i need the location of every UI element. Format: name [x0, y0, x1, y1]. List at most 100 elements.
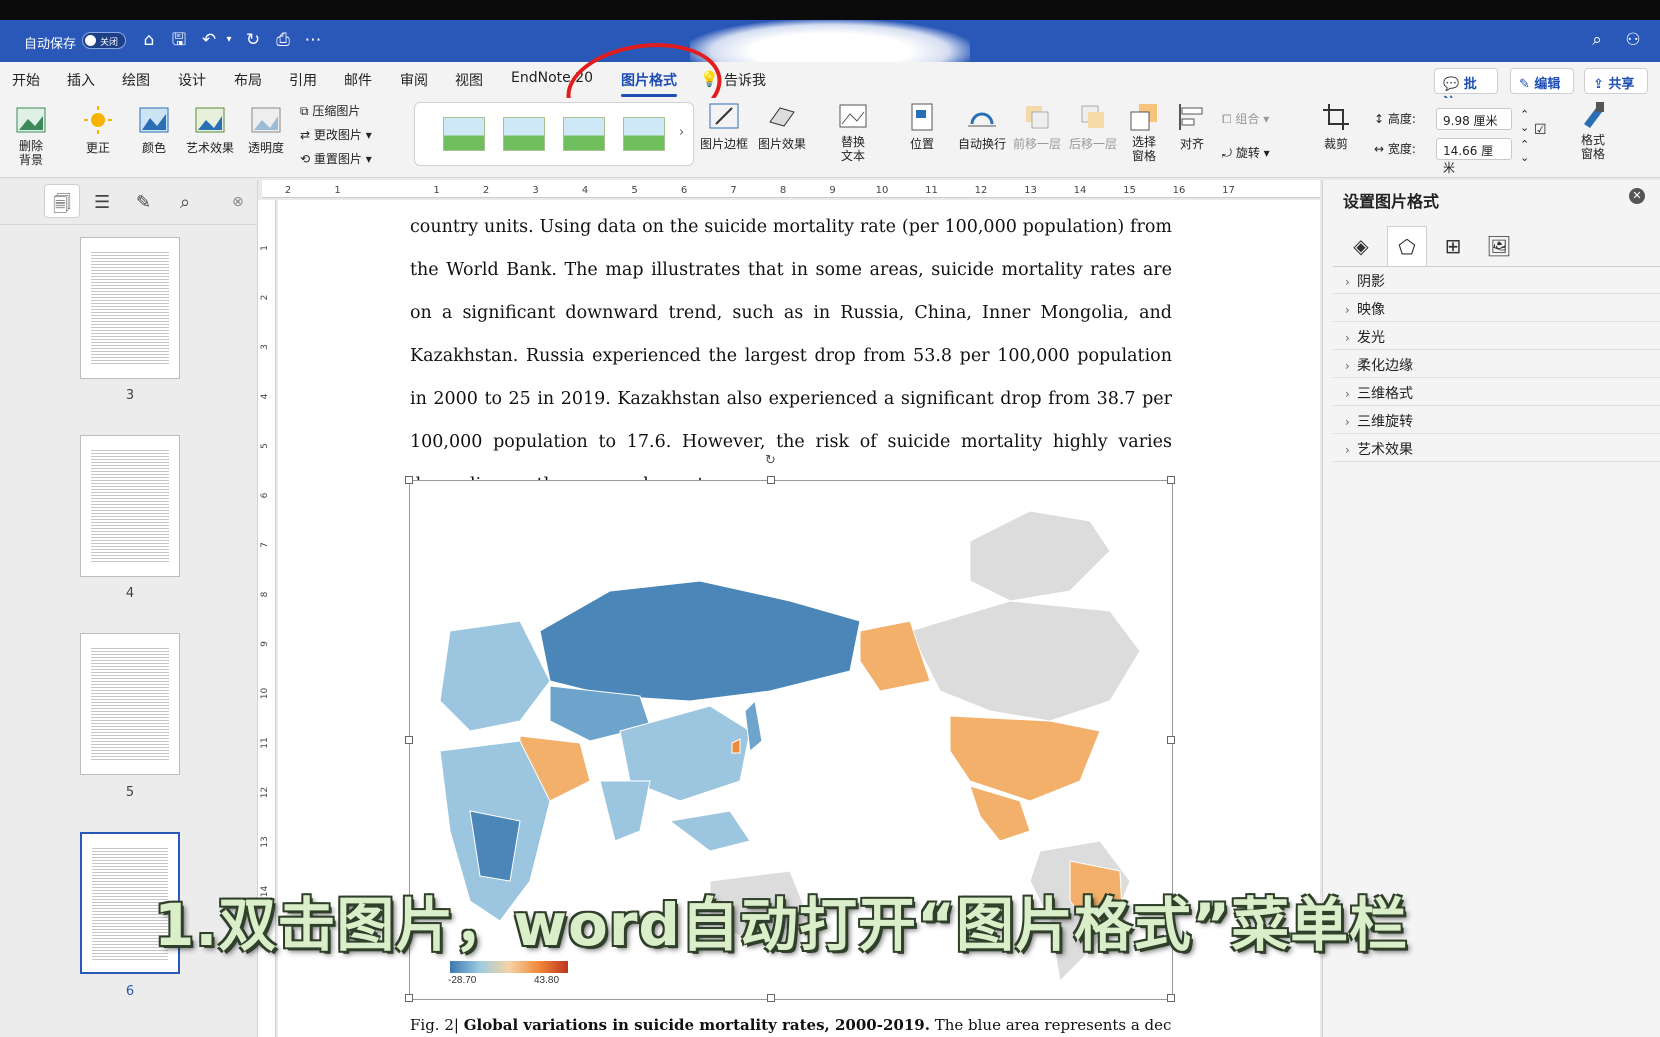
vertical-ruler-tick-label: 3 [260, 344, 270, 350]
save-icon[interactable]: 🖫 [168, 29, 190, 51]
close-pane-icon[interactable]: ⊗ [232, 194, 244, 210]
resize-handle-w[interactable] [405, 736, 413, 744]
horizontal-ruler[interactable]: 2 1 1 2 3 4 5 6 7 8 9 10 11 12 13 14 15 16 17 [262, 180, 1320, 198]
position-button[interactable]: 位置 [898, 102, 946, 152]
color-icon [139, 107, 169, 133]
tab-view[interactable]: 视图 [455, 70, 483, 90]
more-icon[interactable]: ⋯ [302, 29, 324, 51]
picture-style-4[interactable] [623, 117, 665, 151]
thumbnails-icon[interactable]: 🗐 [53, 192, 71, 222]
body-paragraph[interactable]: country units. Using data on the suicide… [410, 206, 1172, 507]
artistic-effects-button[interactable]: 艺术效果 [180, 104, 240, 156]
format-pane-button[interactable]: 格式 窗格 [1572, 100, 1614, 161]
selection-pane-button[interactable]: 选择 窗格 [1124, 102, 1164, 163]
share-button[interactable]: ⇪ 共享 [1584, 68, 1648, 94]
page-number: 6 [125, 984, 135, 999]
change-picture-button[interactable]: ⇄ 更改图片 ▾ [300, 126, 372, 143]
picture-style-2[interactable] [503, 117, 545, 151]
vertical-ruler-tick-label: 4 [260, 393, 270, 399]
section-label: 艺术效果 [1357, 442, 1413, 458]
effects-tab-icon[interactable]: ⬠ [1387, 226, 1427, 266]
section-artistic-effects[interactable]: › 艺术效果 [1333, 434, 1660, 462]
remove-background-button[interactable]: 删除 背景 [10, 104, 52, 167]
chevron-right-icon: › [1345, 275, 1350, 289]
picture-border-button[interactable]: 图片边框 [698, 102, 750, 152]
crop-button[interactable]: 裁剪 [1316, 102, 1356, 152]
width-input[interactable]: 14.66 厘米 [1436, 138, 1512, 175]
color-button[interactable]: 颜色 [128, 104, 180, 156]
alt-text-icon [839, 104, 867, 128]
tab-layout[interactable]: 布局 [234, 70, 262, 90]
tab-review[interactable]: 审阅 [400, 70, 428, 90]
picture-tab-icon[interactable]: 🖼 [1479, 226, 1519, 266]
edit-doc-icon[interactable]: ✎ [136, 192, 151, 213]
section-shadow[interactable]: › 阴影 [1333, 266, 1660, 294]
undo-dropdown-icon[interactable]: ▾ [218, 29, 240, 51]
rotate-handle-icon[interactable]: ↻ [765, 453, 776, 468]
width-stepper[interactable]: ⌃ ⌄ [1520, 138, 1529, 164]
resize-handle-sw[interactable] [405, 994, 413, 1002]
tab-references[interactable]: 引用 [289, 70, 317, 90]
tab-design[interactable]: 设计 [178, 70, 206, 90]
send-backward-button[interactable]: 后移一层 [1066, 102, 1120, 152]
tab-draw[interactable]: 绘图 [122, 70, 150, 90]
tab-tell-me[interactable]: 告诉我 [724, 70, 766, 90]
home-icon[interactable]: ⌂ [138, 29, 160, 51]
picture-styles-gallery[interactable]: › [414, 102, 694, 166]
gallery-next-icon[interactable]: › [679, 125, 684, 140]
resize-handle-s[interactable] [767, 994, 775, 1002]
redo-icon[interactable]: ↻ [242, 29, 264, 51]
share-people-icon[interactable]: ⚇ [1622, 29, 1644, 51]
page-thumbnail-4[interactable] [80, 435, 180, 577]
page-thumbnail-5[interactable] [80, 633, 180, 775]
ruler-tick-label: 6 [681, 185, 687, 196]
height-input[interactable]: 9.98 厘米 [1436, 108, 1512, 130]
wrap-text-button[interactable]: 自动换行 [952, 102, 1012, 152]
edit-button[interactable]: ✎ 编辑 [1510, 68, 1574, 94]
transparency-button[interactable]: 透明度 [240, 104, 292, 156]
picture-style-3[interactable] [563, 117, 605, 151]
section-glow[interactable]: › 发光 [1333, 322, 1660, 350]
resize-handle-n[interactable] [767, 476, 775, 484]
section-reflection[interactable]: › 映像 [1333, 294, 1660, 322]
align-label: 对齐 [1179, 137, 1204, 151]
reset-picture-button[interactable]: ⟲ 重置图片 ▾ [300, 150, 372, 167]
picture-style-1[interactable] [443, 117, 485, 151]
search-pane-icon[interactable]: ⌕ [180, 192, 190, 213]
alt-text-button[interactable]: 替换 文本 [832, 102, 874, 163]
tab-mailings[interactable]: 邮件 [344, 70, 372, 90]
bring-forward-icon [1026, 106, 1049, 129]
search-icon[interactable]: ⌕ [1586, 29, 1608, 51]
bring-forward-button[interactable]: 前移一层 [1010, 102, 1064, 152]
resize-handle-e[interactable] [1167, 736, 1175, 744]
resize-handle-se[interactable] [1167, 994, 1175, 1002]
picture-border-label: 图片边框 [699, 137, 748, 151]
tab-insert[interactable]: 插入 [67, 70, 95, 90]
rotate-button[interactable]: ⤾ 旋转 ▾ [1222, 144, 1270, 161]
align-button[interactable]: 对齐 [1170, 102, 1214, 152]
close-icon[interactable]: ✕ [1629, 188, 1645, 204]
print-icon[interactable]: ⎙ [272, 29, 294, 51]
section-3d-format[interactable]: › 三维格式 [1333, 378, 1660, 406]
remove-background-label: 删除 背景 [18, 139, 43, 167]
section-soft-edges[interactable]: › 柔化边缘 [1333, 350, 1660, 378]
resize-handle-nw[interactable] [405, 476, 413, 484]
height-stepper[interactable]: ⌃ ⌄ [1520, 108, 1529, 134]
tab-home[interactable]: 开始 [12, 70, 40, 90]
undo-icon[interactable]: ↶ [198, 29, 220, 51]
corrections-button[interactable]: 更正 [72, 104, 124, 156]
autosave-toggle[interactable]: 关闭 [82, 32, 126, 49]
page-thumbnail-3[interactable] [80, 237, 180, 379]
fill-line-icon[interactable]: ◈ [1341, 226, 1381, 266]
group-button[interactable]: ⧠ 组合 ▾ [1222, 110, 1269, 127]
headings-icon[interactable]: ☰ [94, 192, 110, 213]
size-properties-icon[interactable]: ⊞ [1433, 226, 1473, 266]
picture-effects-button[interactable]: 图片效果 [754, 102, 810, 152]
send-backward-icon [1081, 105, 1104, 128]
comment-button[interactable]: 💬 批注 [1434, 68, 1498, 111]
resize-handle-ne[interactable] [1167, 476, 1175, 484]
compress-pictures-button[interactable]: ⧉ 压缩图片 [300, 102, 360, 119]
ruler-tick-label: 17 [1222, 185, 1235, 196]
lock-aspect-checkbox[interactable]: ☑ [1534, 122, 1547, 138]
section-3d-rotation[interactable]: › 三维旋转 [1333, 406, 1660, 434]
